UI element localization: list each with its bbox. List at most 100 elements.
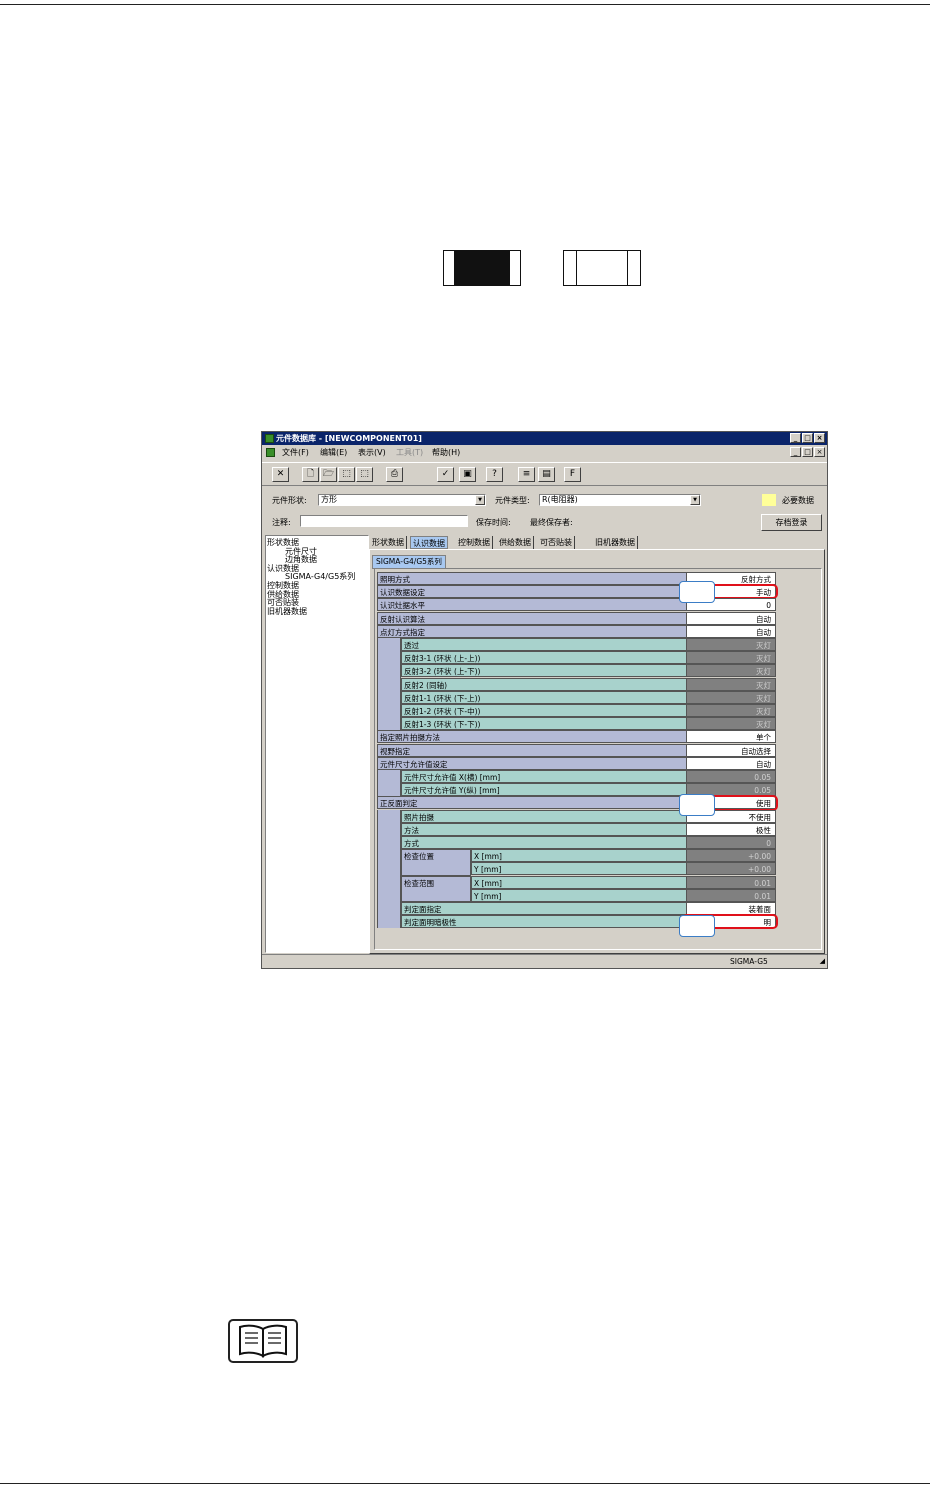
callout-box-3 [679,915,715,937]
tab-5[interactable]: 旧机器数据 [593,536,638,549]
grid-row[interactable]: 元件尺寸允许值 X(横) [mm] 0.05 [377,770,778,783]
row-value[interactable]: 单个 [686,730,776,744]
row-name: 反射3-1 (环状 (上-上)) [401,651,686,665]
chevron-down-icon[interactable]: ▼ [475,495,485,505]
grid-row[interactable]: 元件尺寸允许值 Y(纵) [mm] 0.05 [377,783,778,797]
menu-edit[interactable]: 编辑(E) [320,446,347,459]
bottom-rule [0,1483,930,1484]
new-file-icon[interactable]: 🗋 [302,467,319,482]
comment-input[interactable] [300,515,468,527]
type-select[interactable]: R(电阻器) ▼ [539,494,701,506]
chevron-down-icon[interactable]: ▼ [690,495,700,505]
grid-row[interactable]: 反射2 (同轴) 灭灯 [377,677,778,691]
row-value[interactable]: 自动选择 [686,743,776,757]
component-database-window: 元件数据库 - [NEWCOMPONENT01] _ □ × 文件(F) 编辑(… [261,431,828,969]
data-tree: 形状数据 元件尺寸 边角数据 认识数据 SIGMA-G4/G5系列 控制数据 供给数据 可否贴… [265,535,369,953]
row-value[interactable]: 0.05 [686,770,776,783]
tab-0[interactable]: 形状数据 [370,536,407,549]
row-value[interactable]: 灭灯 [686,651,776,665]
grid-row[interactable]: 反射3-2 (环状 (上-下)) 灭灯 [377,664,778,678]
row-name: 视野指定 [377,743,686,757]
maximize-button[interactable]: □ [802,433,813,443]
grid-row[interactable]: 照片拍摄 不使用 [377,809,778,823]
tab-1[interactable]: 认识数据 [410,536,448,549]
shape-select[interactable]: 方形 ▼ [318,494,486,506]
grid-row[interactable]: Y [mm] 0.01 [377,888,778,902]
doc-close-button[interactable]: × [814,447,825,457]
row-value[interactable]: +0.00 [686,862,776,876]
help-icon[interactable]: ? [486,467,503,482]
grid-row[interactable]: 反射3-1 (环状 (上-上)) 灭灯 [377,651,778,665]
row-value[interactable]: 灭灯 [686,677,776,691]
row-value[interactable]: 灭灯 [686,690,776,704]
top-rule [0,4,930,5]
grid-row[interactable]: 反射1-2 (环状 (下-中)) 灭灯 [377,704,778,717]
grid-row[interactable]: 元件尺寸允许值设定 自动 [377,756,778,770]
required-data-swatch [762,494,776,506]
row-value[interactable]: 灭灯 [686,638,776,651]
grid-row[interactable]: 透过 灭灯 [377,638,778,651]
row-value[interactable]: 装着面 [686,902,776,915]
grid-row[interactable]: Y [mm] +0.00 [377,862,778,876]
row-name: 反射3-2 (环状 (上-下)) [401,664,686,678]
export-icon[interactable]: ⬚ [356,467,373,482]
row-name: 认识灶据水平 [377,598,686,612]
tab-3[interactable]: 供给数据 [497,536,534,549]
menu-view[interactable]: 表示(V) [358,446,386,459]
minimize-button[interactable]: _ [790,433,801,443]
subtab-sigma[interactable]: SIGMA-G4/G5系列 [372,555,446,569]
doc-minimize-button[interactable]: _ [790,447,801,457]
menu-file[interactable]: 文件(F) [282,446,309,459]
row-value[interactable]: 自动 [686,624,776,638]
print-icon[interactable]: ⎙ [386,467,403,482]
close-button[interactable]: × [814,433,825,443]
tab-2[interactable]: 控制数据 [456,536,493,549]
check-icon[interactable]: ✓ [437,467,454,482]
comment-label: 注释: [272,518,291,527]
grid-row[interactable]: X [mm] +0.00 [377,849,778,863]
view-icon[interactable]: ▣ [459,467,476,482]
row-value[interactable]: 0.01 [686,888,776,902]
row-name: 透过 [401,638,686,651]
shape-label: 元件形状: [272,496,307,505]
save-time-label: 保存时间: [476,518,511,527]
row-value[interactable]: 自动 [686,756,776,770]
font-icon[interactable]: F [564,467,581,482]
row-value[interactable]: 自动 [686,611,776,625]
tab-4[interactable]: 可否贴装 [538,536,575,549]
row-value[interactable]: 极性 [686,822,776,836]
list-view-icon[interactable]: ≡ [518,467,535,482]
detail-view-icon[interactable]: ▤ [538,467,555,482]
grid-row[interactable]: 反射1-3 (环状 (下-下)) 灭灯 [377,717,778,731]
row-value[interactable]: 0.01 [686,875,776,889]
tree-item[interactable]: 旧机器数据 [267,607,307,616]
grid-row[interactable]: 反射认识算法 自动 [377,611,778,625]
row-value[interactable]: +0.00 [686,849,776,863]
shape-select-value: 方形 [321,495,337,504]
row-value[interactable]: 灭灯 [686,717,776,731]
status-bar: SIGMA-G5 ◢ [262,954,827,968]
row-name: 元件尺寸允许值设定 [377,756,686,770]
row-name: X [mm] [471,875,686,889]
archive-register-button[interactable]: 存档登录 [761,514,822,531]
grid-row[interactable]: 方式 0 [377,836,778,849]
grid-row[interactable]: 方法 极性 [377,822,778,836]
callout-box-2 [679,794,715,816]
row-value[interactable]: 0 [686,836,776,849]
grid-row[interactable]: X [mm] 0.01 [377,875,778,889]
open-folder-icon[interactable]: 🗁 [320,467,337,482]
grid-row[interactable]: 判定面指定 装着面 [377,902,778,915]
grid-row[interactable]: 指定照片拍摄方法 单个 [377,730,778,744]
grid-row[interactable]: 反射1-1 (环状 (下-上)) 灭灯 [377,690,778,704]
grid-row[interactable]: 点灯方式指定 自动 [377,624,778,638]
grid-row[interactable]: 认识灶据水平 0 [377,598,778,612]
doc-restore-button[interactable]: □ [802,447,813,457]
row-value[interactable]: 灭灯 [686,664,776,678]
grid-row[interactable]: 视野指定 自动选择 [377,743,778,757]
grid-row[interactable]: 照明方式 反射方式 [377,572,778,585]
row-value[interactable]: 灭灯 [686,704,776,717]
close-doc-icon[interactable]: ✕ [272,467,289,482]
menu-tools[interactable]: 工具(T) [396,446,423,459]
save-icon[interactable]: ⬚ [338,467,355,482]
menu-help[interactable]: 帮助(H) [432,446,460,459]
